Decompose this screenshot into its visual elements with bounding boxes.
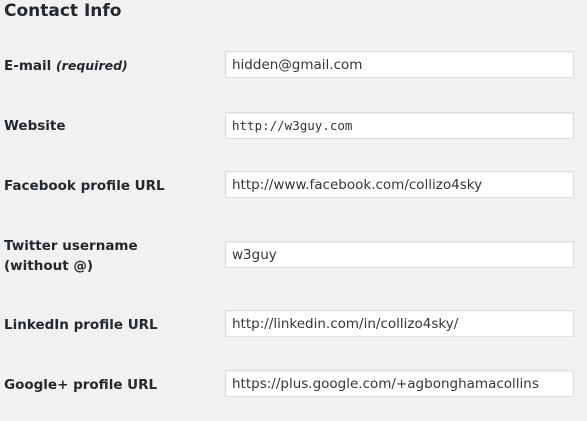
section-title: Contact Info xyxy=(4,1,122,21)
required-note: (required) xyxy=(55,58,128,73)
email-label-text: E-mail xyxy=(4,58,52,74)
twitter-label: Twitter username (without @) xyxy=(4,238,138,274)
linkedin-label: LinkedIn profile URL xyxy=(4,317,158,333)
linkedin-field[interactable] xyxy=(225,310,574,337)
twitter-field[interactable] xyxy=(225,241,574,268)
website-label: Website xyxy=(4,118,66,134)
facebook-field[interactable] xyxy=(225,171,574,198)
email-label: E-mail (required) xyxy=(4,56,204,76)
website-field[interactable] xyxy=(225,112,574,139)
googleplus-label: Google+ profile URL xyxy=(4,377,158,393)
googleplus-field[interactable] xyxy=(225,370,574,397)
email-field[interactable] xyxy=(225,51,574,78)
facebook-label: Facebook profile URL xyxy=(4,178,165,194)
